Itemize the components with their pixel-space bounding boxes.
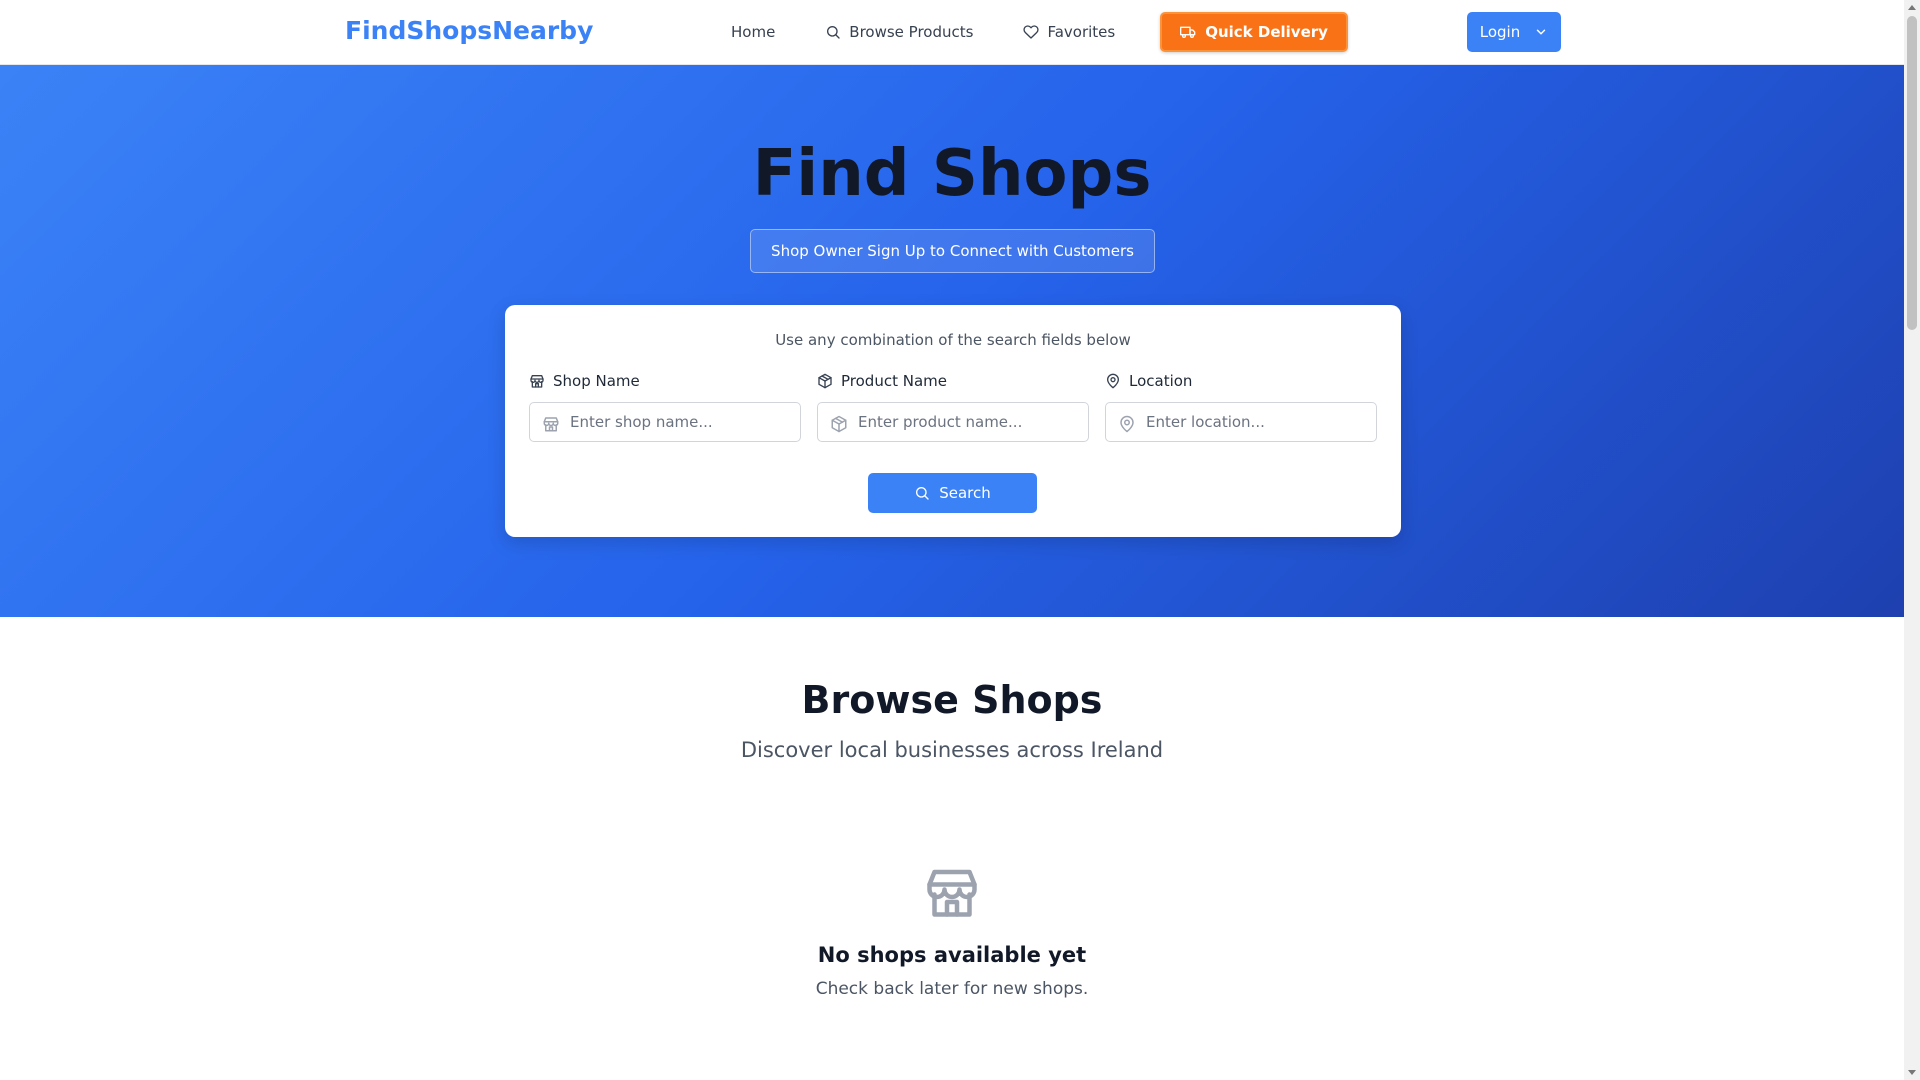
search-icon bbox=[827, 26, 840, 39]
package-icon bbox=[831, 415, 847, 433]
nav-home-link[interactable]: Home bbox=[706, 12, 800, 52]
nav-favorites-label: Favorites bbox=[1047, 23, 1116, 41]
shop-name-input[interactable] bbox=[570, 403, 790, 441]
search-hint: Use any combination of the search fields… bbox=[775, 331, 1131, 349]
login-button[interactable]: Login bbox=[1467, 12, 1561, 52]
scroll-up-arrow[interactable] bbox=[1908, 5, 1916, 10]
map-pin-icon bbox=[1120, 415, 1134, 433]
location-input-wrap bbox=[1105, 402, 1377, 442]
search-button[interactable]: Search bbox=[868, 473, 1037, 513]
product-name-field: Product Name bbox=[817, 372, 1089, 442]
location-input[interactable] bbox=[1146, 403, 1366, 441]
search-button-label: Search bbox=[939, 484, 991, 502]
page-scrollbar[interactable] bbox=[1904, 0, 1920, 1080]
scrollbar-thumb[interactable] bbox=[1907, 16, 1917, 330]
shop-owner-signup-button[interactable]: Shop Owner Sign Up to Connect with Custo… bbox=[750, 229, 1155, 273]
search-card: Use any combination of the search fields… bbox=[505, 305, 1401, 537]
shop-name-label-text: Shop Name bbox=[553, 372, 640, 390]
product-name-label: Product Name bbox=[817, 372, 1089, 390]
store-icon bbox=[927, 869, 977, 917]
map-pin-icon bbox=[1107, 373, 1119, 389]
truck-icon bbox=[1180, 26, 1196, 38]
quick-delivery-button[interactable]: Quick Delivery bbox=[1160, 12, 1348, 52]
store-icon bbox=[543, 417, 559, 432]
product-name-label-text: Product Name bbox=[841, 372, 947, 390]
nav-browse-products-link[interactable]: Browse Products bbox=[800, 12, 998, 52]
location-label: Location bbox=[1105, 372, 1377, 390]
shop-name-label: Shop Name bbox=[529, 372, 801, 390]
store-icon bbox=[530, 375, 544, 388]
empty-state-title: No shops available yet bbox=[817, 943, 1087, 967]
empty-state-subtitle: Check back later for new shops. bbox=[815, 979, 1089, 999]
search-icon bbox=[916, 487, 929, 500]
shop-name-input-wrap bbox=[529, 402, 801, 442]
browse-subtitle: Discover local businesses across Ireland bbox=[740, 738, 1164, 762]
brand-logo[interactable]: FindShopsNearby bbox=[345, 16, 593, 45]
nav-home-label: Home bbox=[731, 23, 776, 41]
shop-name-field: Shop Name bbox=[529, 372, 801, 442]
nav-favorites-link[interactable]: Favorites bbox=[998, 12, 1140, 52]
login-label: Login bbox=[1479, 23, 1521, 41]
nav-browse-products-label: Browse Products bbox=[849, 23, 974, 41]
nav-links: Home Browse Products Favorites Quick Del… bbox=[706, 12, 1348, 52]
quick-delivery-label: Quick Delivery bbox=[1205, 23, 1328, 41]
navbar: FindShopsNearby Home Browse Products Fav… bbox=[0, 0, 1904, 65]
chevron-down-icon bbox=[1537, 29, 1546, 35]
product-name-input[interactable] bbox=[858, 403, 1078, 441]
scroll-down-arrow[interactable] bbox=[1908, 1070, 1916, 1075]
heart-icon bbox=[1023, 25, 1040, 39]
browse-title: Browse Shops bbox=[801, 678, 1103, 722]
package-icon bbox=[818, 373, 832, 389]
location-label-text: Location bbox=[1129, 372, 1193, 390]
hero-title: Find Shops bbox=[752, 137, 1152, 211]
hero-section: Find Shops Shop Owner Sign Up to Connect… bbox=[0, 65, 1904, 617]
product-name-input-wrap bbox=[817, 402, 1089, 442]
location-field: Location bbox=[1105, 372, 1377, 442]
